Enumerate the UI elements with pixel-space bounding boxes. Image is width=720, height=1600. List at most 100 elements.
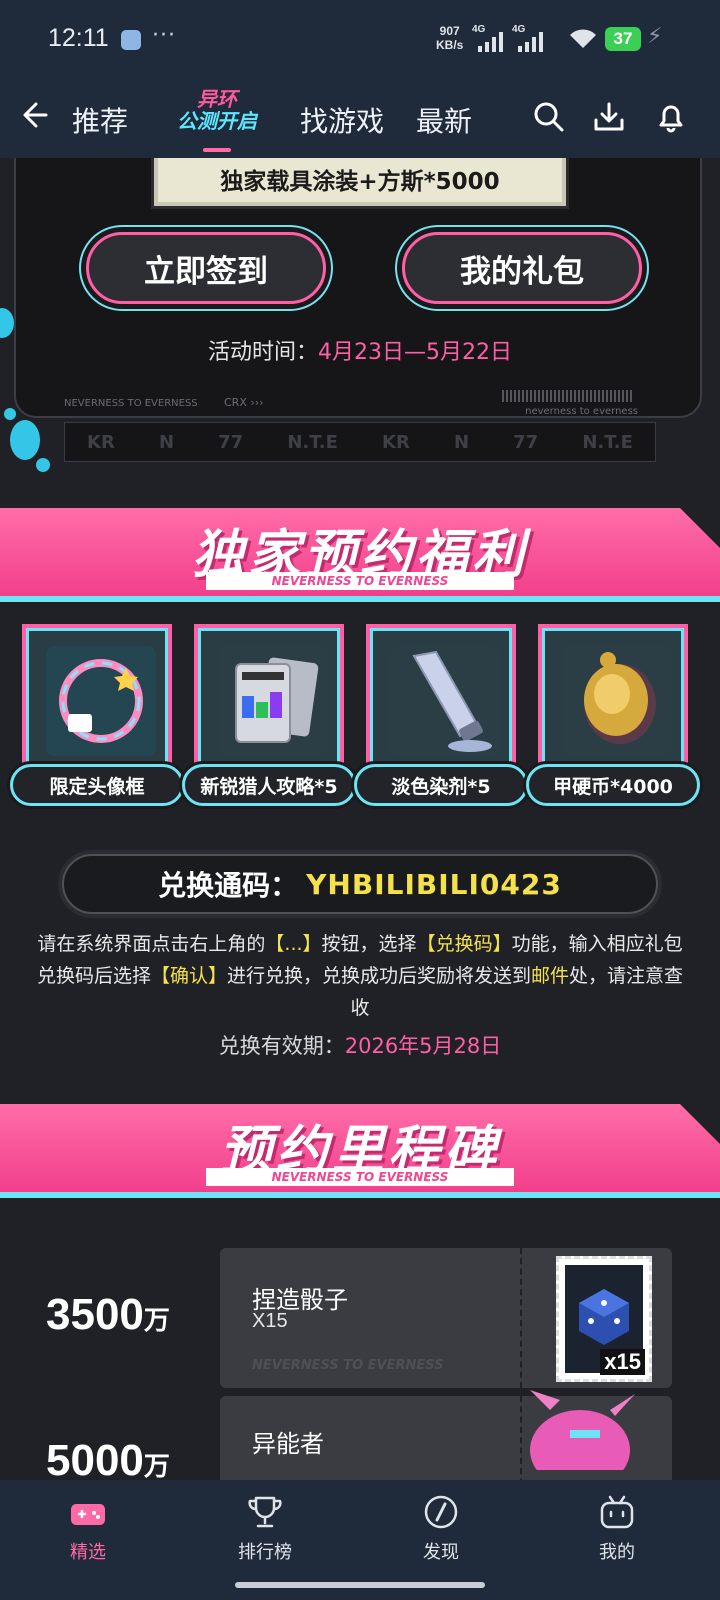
activity-time: 活动时间：4月23日—5月22日: [0, 334, 720, 366]
wifi-icon: [570, 29, 596, 48]
reward-frame: [22, 624, 172, 769]
more-notifications-icon: ···: [152, 23, 176, 48]
reward-label: 淡色染剂*5: [354, 764, 528, 806]
bell-icon[interactable]: [654, 100, 688, 134]
milestone-unit: 万: [143, 1451, 170, 1480]
milestone-threshold: 3500万: [46, 1290, 170, 1340]
notification-app-icon: [121, 30, 141, 50]
tab-find-games[interactable]: 找游戏: [300, 100, 384, 140]
battery-indicator: 37: [605, 27, 641, 51]
status-bar: 12:11 ··· 907 KB/s 4G 4G 37 ⚡: [0, 0, 720, 80]
tab-ranking[interactable]: 排行榜: [205, 1480, 325, 1572]
milestone-card[interactable]: 捏造骰子 X15 NEVERNESS TO EVERNESS x15: [220, 1248, 672, 1388]
search-icon[interactable]: [532, 100, 566, 134]
reward-item[interactable]: 甲硬币*4000: [526, 624, 700, 808]
milestone-value: 3500: [46, 1290, 144, 1339]
logo-strip-item: N: [453, 431, 470, 453]
reward-item[interactable]: 限定头像框: [10, 624, 184, 808]
activity-time-label: 活动时间：: [208, 340, 319, 365]
game-logo-line2: 公测开启: [177, 109, 257, 133]
instr-highlight: 【兑换码】: [416, 933, 512, 955]
instr-highlight: 【确认】: [150, 965, 227, 987]
validity-label: 兑换有效期：: [218, 1034, 345, 1058]
paint-splash: [10, 420, 40, 460]
tab-featured[interactable]: 精选: [28, 1480, 148, 1572]
redeem-validity: 兑换有效期：2026年5月28日: [0, 1030, 720, 1060]
signal-bars-2-icon: [518, 30, 543, 52]
card-footer-right: neverness to everness: [525, 406, 638, 417]
network-speed: 907 KB/s: [436, 24, 463, 52]
network-speed-value: 907: [439, 24, 460, 38]
milestone-reward-name: 异能者: [252, 1430, 324, 1458]
milestone-divider: [520, 1248, 522, 1388]
milestone-value: 5000: [46, 1436, 144, 1480]
instr-highlight: 邮件: [531, 965, 570, 987]
milestones-banner: 预约里程碑 NEVERNESS TO EVERNESS: [0, 1104, 720, 1198]
event-page[interactable]: NTE 独家载具涂装+方斯*5000 立即签到 我的礼包 活动时间：4月23日—…: [0, 158, 720, 1480]
tab-recommend[interactable]: 推荐: [72, 100, 128, 140]
signal-bars-1-icon: [478, 30, 503, 52]
tab-discover[interactable]: 发现: [381, 1480, 501, 1572]
barcode-decoration: [502, 390, 632, 402]
top-nav: 推荐 异环 公测开启 找游戏 最新: [0, 80, 720, 158]
logo-strip-item: N: [158, 431, 175, 453]
tab-game-logo[interactable]: 异环 公测开启: [170, 88, 264, 148]
reward-item[interactable]: 新锐猎人攻略*5: [182, 624, 356, 808]
card-footer-mid: CRX ›››: [224, 396, 264, 409]
tv-mascot-icon: [600, 1495, 634, 1529]
redeem-instructions: 请在系统界面点击右上角的【...】按钮，选择【兑换码】功能，输入相应礼包兑换码后…: [30, 928, 690, 1024]
prize-banner: 独家载具涂装+方斯*5000: [154, 158, 566, 206]
milestone-reward-qty: X15: [252, 1310, 288, 1332]
milestone-watermark: NEVERNESS TO EVERNESS: [252, 1358, 444, 1373]
reward-frame: [538, 624, 688, 769]
logo-strip-item: N.T.E: [582, 431, 633, 453]
milestone-card[interactable]: 异能者: [220, 1390, 672, 1480]
logo-strip-item: N.T.E: [287, 431, 338, 453]
instr-text: 请在系统界面点击右上角的: [37, 933, 266, 955]
my-gift-button[interactable]: 我的礼包: [402, 232, 642, 304]
character-icon: [530, 1390, 635, 1470]
logo-strip-item: 77: [513, 431, 539, 453]
reward-frame: [194, 624, 344, 769]
gold-coin-icon: [562, 646, 672, 756]
home-indicator[interactable]: [235, 1582, 485, 1588]
stamp-qty: x15: [600, 1349, 645, 1375]
instr-highlight: 【...】: [265, 933, 322, 955]
card-footer: NEVERNESS TO EVERNESS CRX ››› neverness …: [14, 382, 702, 418]
exclusive-rewards-banner: 独家预约福利 NEVERNESS TO EVERNESS: [0, 508, 720, 602]
tab-label: 发现: [423, 1542, 459, 1563]
logo-strip-item: 77: [218, 431, 244, 453]
charging-icon: ⚡: [647, 24, 663, 49]
gesture-area: [0, 1572, 720, 1600]
milestone-unit: 万: [143, 1305, 170, 1335]
reward-label: 新锐猎人攻略*5: [182, 764, 356, 806]
trophy-icon: [248, 1496, 282, 1528]
logo-strip-item: KR: [382, 431, 410, 453]
tab-latest[interactable]: 最新: [416, 100, 472, 140]
gamepad-icon: [71, 1504, 105, 1525]
activity-time-value: 4月23日—5月22日: [318, 340, 512, 365]
milestone-threshold: 5000万: [46, 1436, 170, 1480]
download-icon[interactable]: [592, 100, 626, 134]
reward-item[interactable]: 淡色染剂*5: [354, 624, 528, 808]
redeem-code-value[interactable]: YHBILIBILI0423: [306, 868, 562, 901]
avatar-frame-icon: [46, 646, 156, 756]
back-arrow-icon[interactable]: [16, 98, 50, 132]
network-speed-unit: KB/s: [436, 38, 464, 52]
reward-label: 限定头像框: [10, 764, 184, 806]
active-tab-indicator: [203, 148, 231, 152]
checkin-button[interactable]: 立即签到: [86, 232, 326, 304]
instr-text: 进行兑换，兑换成功后奖励将发送到: [226, 965, 531, 987]
logo-strip-item: KR: [87, 431, 115, 453]
milestone-row: 5000万 异能者: [0, 1390, 720, 1480]
milestone-row: 3500万 捏造骰子 X15 NEVERNESS TO EVERNESS x15: [0, 1248, 720, 1388]
tab-mine[interactable]: 我的: [557, 1480, 677, 1572]
status-time: 12:11: [48, 24, 109, 52]
paint-splash: [36, 458, 50, 472]
card-footer-left: NEVERNESS TO EVERNESS: [64, 398, 198, 409]
compass-icon: [424, 1495, 458, 1529]
redeem-code-box[interactable]: 兑换通码： YHBILIBILI0423: [62, 854, 658, 914]
milestones-subtitle: NEVERNESS TO EVERNESS: [206, 1168, 514, 1186]
game-logo-line1: 异环: [197, 87, 237, 111]
dye-tube-icon: [390, 646, 500, 756]
